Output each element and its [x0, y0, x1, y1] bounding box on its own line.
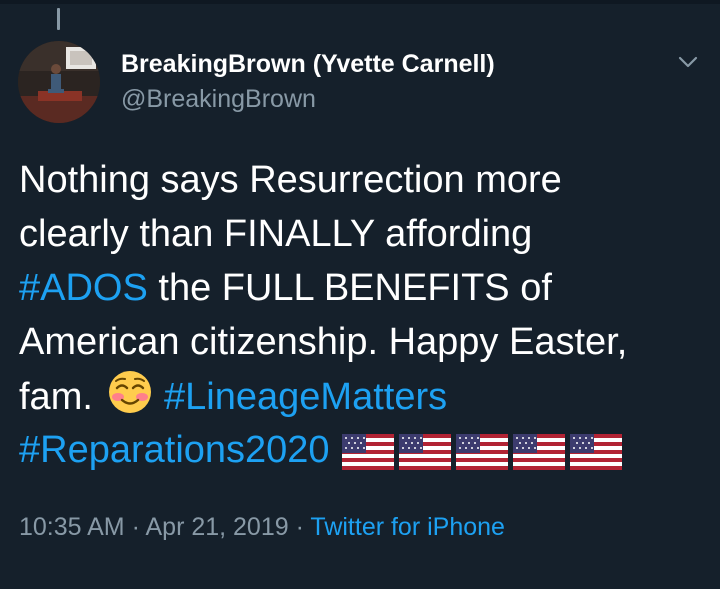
tweet-time[interactable]: 10:35 AM — [19, 513, 125, 541]
hashtag-reparations2020[interactable]: #Reparations2020 — [19, 429, 330, 471]
tweet-line-text: fam. — [19, 376, 93, 418]
hashtag-lineagematters[interactable]: #LineageMatters — [164, 376, 447, 418]
smiling-blush-emoji-icon — [107, 369, 153, 430]
meta-separator: · — [288, 513, 311, 541]
tweet-text: Nothing says Resurrection more clearly t… — [19, 153, 709, 477]
thread-connector-line — [57, 8, 60, 30]
tweet-line: #ADOS the FULL BENEFITS of — [19, 261, 709, 315]
us-flag-icon — [398, 434, 451, 470]
tweet-line-text: the FULL BENEFITS of — [147, 267, 552, 309]
avatar[interactable] — [18, 41, 100, 123]
us-flag-icon — [512, 434, 565, 470]
us-flag-icon — [569, 434, 622, 470]
chevron-down-icon[interactable] — [674, 52, 702, 72]
tweet-author[interactable]: BreakingBrown (Yvette Carnell) @Breaking… — [121, 48, 495, 114]
flag-emoji-group — [341, 434, 622, 470]
tweet-line: #Reparations2020 — [19, 423, 709, 477]
tweet-line: fam. #LineageMatters — [19, 369, 709, 423]
tweet-metadata: 10:35 AM · Apr 21, 2019 · Twitter for iP… — [19, 510, 505, 544]
tweet-source-link[interactable]: Twitter for iPhone — [310, 513, 505, 541]
top-divider — [0, 0, 720, 4]
display-name[interactable]: BreakingBrown (Yvette Carnell) — [121, 48, 495, 80]
meta-separator: · — [124, 513, 146, 541]
tweet-date[interactable]: Apr 21, 2019 — [145, 513, 288, 541]
tweet-line: Nothing says Resurrection more — [19, 159, 562, 201]
us-flag-icon — [341, 434, 394, 470]
user-handle[interactable]: @BreakingBrown — [121, 84, 495, 114]
tweet-line: American citizenship. Happy Easter, — [19, 321, 628, 363]
us-flag-icon — [455, 434, 508, 470]
tweet-line: clearly than FINALLY affording — [19, 213, 533, 255]
hashtag-ados[interactable]: #ADOS — [19, 267, 148, 309]
